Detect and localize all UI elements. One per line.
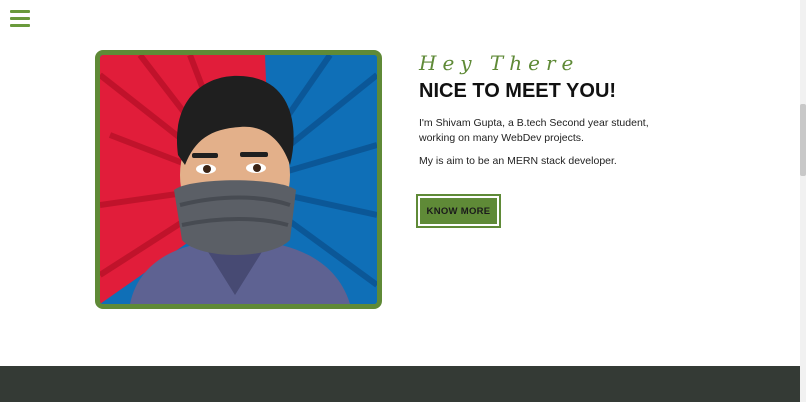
profile-portrait-image (95, 50, 382, 309)
intro-paragraph: I'm Shivam Gupta, a B.tech Second year s… (419, 117, 649, 144)
aim-paragraph: My is aim to be an MERN stack developer. (419, 155, 617, 167)
scrollbar-thumb[interactable] (800, 104, 806, 176)
know-more-button[interactable]: KNOW MORE (420, 198, 497, 224)
portrait-illustration (100, 55, 377, 304)
hero-title: NICE TO MEET YOU! (419, 80, 617, 102)
hamburger-menu-icon[interactable] (10, 10, 30, 28)
menu-line (10, 24, 30, 27)
know-more-button-frame: KNOW MORE (416, 194, 501, 228)
greeting-text: Hey There (419, 51, 580, 75)
menu-line (10, 10, 30, 13)
footer-section (0, 366, 800, 402)
menu-line (10, 17, 30, 20)
page-scrollbar[interactable] (800, 0, 806, 402)
